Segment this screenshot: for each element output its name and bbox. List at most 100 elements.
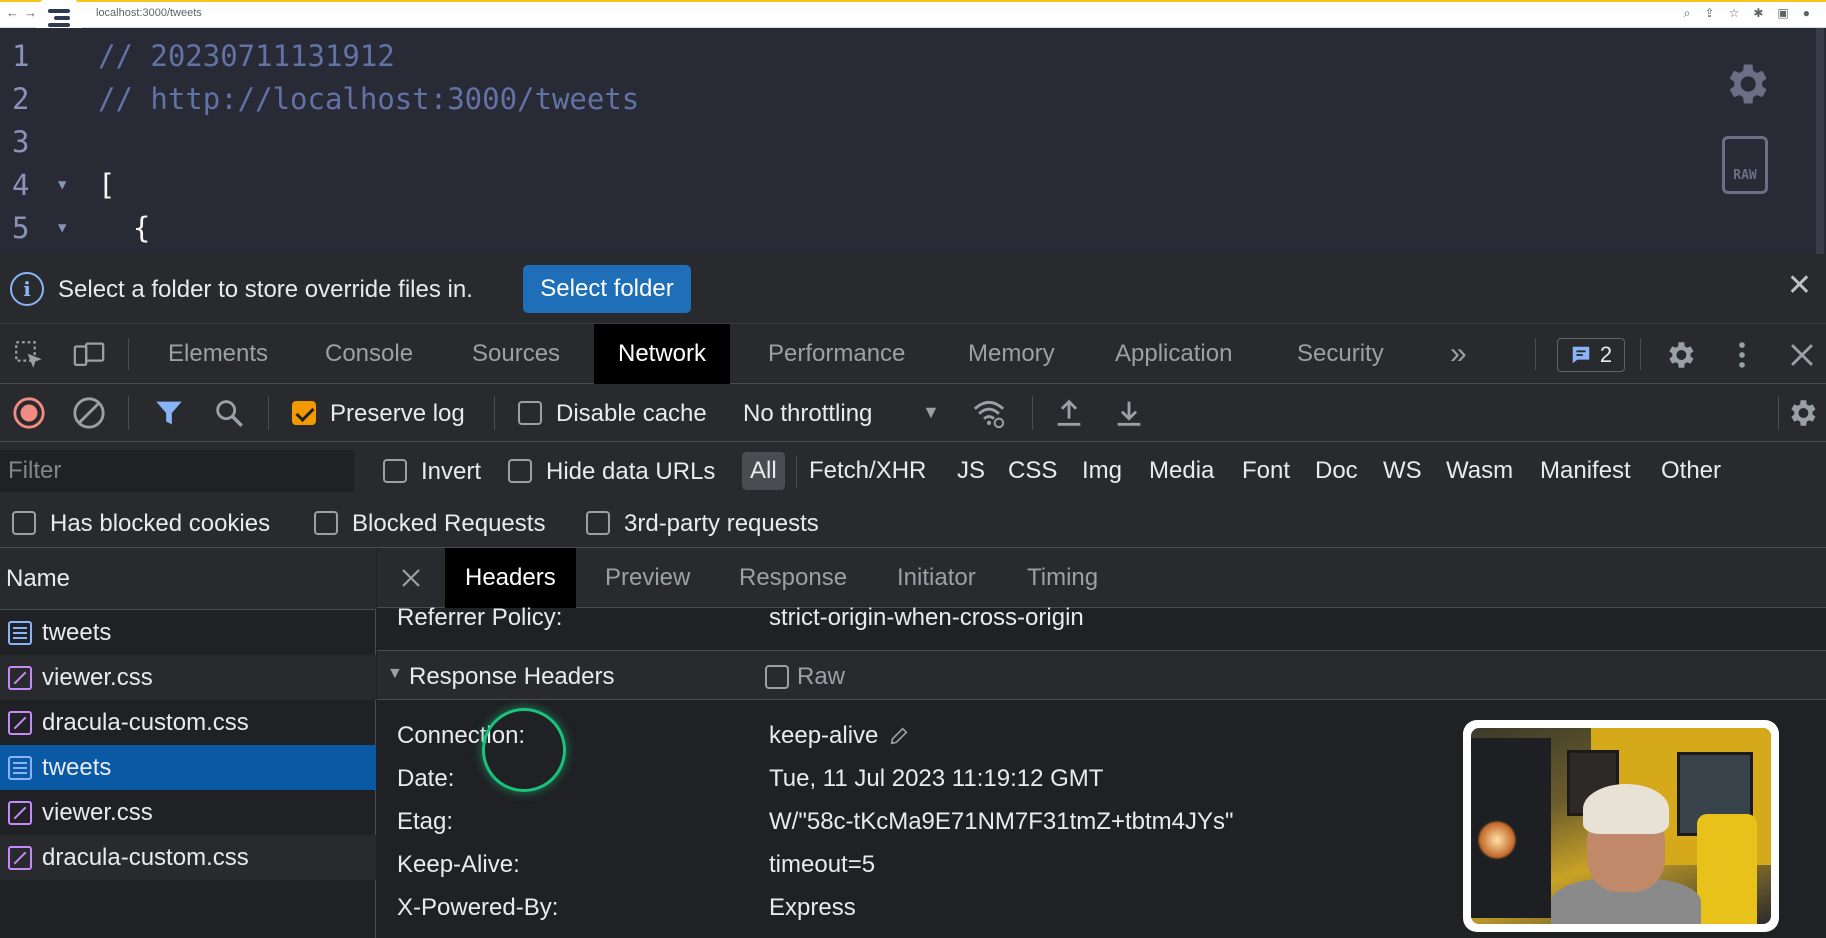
request-row-selected[interactable]: tweets [0, 745, 376, 790]
section-title: Response Headers [409, 663, 615, 690]
request-row[interactable]: dracula-custom.css [0, 700, 376, 745]
raw-headers-checkbox[interactable] [765, 665, 789, 689]
tab-response[interactable]: Response [719, 548, 867, 608]
type-filter-wasm[interactable]: Wasm [1438, 452, 1521, 490]
type-filter-fetch-xhr[interactable]: Fetch/XHR [801, 452, 934, 490]
filter-input[interactable] [0, 450, 354, 492]
network-settings-gear-icon[interactable] [1785, 396, 1819, 430]
select-folder-button[interactable]: Select folder [523, 265, 691, 313]
tab-headers[interactable]: Headers [445, 548, 576, 608]
edit-pencil-icon[interactable] [888, 725, 910, 747]
type-filter-manifest[interactable]: Manifest [1532, 452, 1639, 490]
record-stop-icon[interactable] [12, 396, 46, 430]
type-filter-doc[interactable]: Doc [1307, 452, 1366, 490]
disable-cache-checkbox[interactable] [518, 401, 542, 425]
message-icon [1572, 346, 1590, 364]
filter-funnel-icon[interactable] [152, 396, 186, 430]
extensions-icon[interactable]: ✱ [1753, 6, 1763, 21]
fold-toggle-icon[interactable]: ▼ [58, 220, 66, 236]
tab-timing[interactable]: Timing [1007, 548, 1118, 608]
more-tabs-chevron-icon[interactable]: » [1434, 324, 1483, 384]
type-filter-media[interactable]: Media [1141, 452, 1222, 490]
tab-initiator[interactable]: Initiator [877, 548, 996, 608]
request-row[interactable]: viewer.css [0, 655, 376, 700]
divider [1640, 338, 1641, 370]
device-toolbar-icon[interactable] [72, 338, 106, 372]
invert-checkbox[interactable] [383, 459, 407, 483]
address-bar[interactable]: localhost:3000/tweets [96, 7, 202, 19]
back-icon[interactable]: ← [6, 5, 19, 20]
import-har-upload-icon[interactable] [1052, 396, 1086, 430]
profile-icon[interactable]: ● [1803, 6, 1810, 21]
divider [1535, 338, 1536, 370]
issues-badge[interactable]: 2 [1557, 338, 1625, 372]
devtools-settings-gear-icon[interactable] [1663, 338, 1697, 372]
type-filter-css[interactable]: CSS [1000, 452, 1065, 490]
request-row[interactable]: dracula-custom.css [0, 835, 376, 880]
webcam-video [1471, 728, 1771, 924]
network-conditions-wifi-icon[interactable] [972, 396, 1006, 430]
tab-preview[interactable]: Preview [585, 548, 710, 608]
tab-application[interactable]: Application [1099, 324, 1248, 384]
search-icon[interactable] [212, 396, 246, 430]
line-number: 5 [12, 211, 30, 245]
inspect-element-icon[interactable] [12, 338, 46, 372]
json-viewer: 1 // 20230711131912 2 // http://localhos… [0, 28, 1826, 267]
type-filter-font[interactable]: Font [1234, 452, 1298, 490]
export-har-download-icon[interactable] [1112, 396, 1146, 430]
chevron-down-icon[interactable]: ▼ [922, 402, 940, 423]
throttling-select[interactable]: No throttling [743, 400, 872, 428]
tab-performance[interactable]: Performance [752, 324, 921, 384]
raw-file-icon[interactable]: RAW [1722, 136, 1768, 194]
code-text: { [98, 211, 151, 245]
blocked-requests-checkbox[interactable] [314, 511, 338, 535]
zoom-icon[interactable]: ⌕ [1684, 6, 1691, 21]
code-text: // 20230711131912 [98, 39, 395, 73]
fold-toggle-icon[interactable]: ▼ [58, 177, 66, 193]
type-filter-other[interactable]: Other [1653, 452, 1729, 490]
has-blocked-cookies-checkbox[interactable] [12, 511, 36, 535]
header-value-text: keep-alive [769, 722, 879, 749]
tab-elements[interactable]: Elements [152, 324, 284, 384]
sidepanel-icon[interactable]: ▣ [1777, 6, 1788, 21]
request-row[interactable]: viewer.css [0, 790, 376, 835]
bookmark-star-icon[interactable]: ☆ [1729, 6, 1740, 21]
issues-count: 2 [1599, 342, 1613, 367]
share-icon[interactable]: ⇪ [1705, 6, 1715, 21]
close-detail-icon[interactable] [399, 566, 423, 590]
response-headers-section[interactable]: ▼ Response Headers Raw [377, 650, 1826, 700]
close-icon[interactable]: ✕ [1787, 268, 1812, 303]
filter-bar: Invert Hide data URLs All Fetch/XHR JS C… [0, 442, 1826, 500]
viewer-settings-gear-icon[interactable] [1720, 58, 1772, 110]
tab-network[interactable]: Network [594, 324, 731, 384]
code-text: // http://localhost:3000/tweets [98, 82, 640, 116]
divider [1032, 396, 1033, 430]
type-filter-js[interactable]: JS [949, 452, 993, 490]
kebab-menu-icon[interactable] [1725, 338, 1759, 372]
type-filter-all[interactable]: All [742, 452, 785, 490]
divider [1778, 396, 1779, 430]
loading-bar [0, 0, 1826, 2]
name-column-header[interactable]: Name [0, 548, 376, 610]
close-devtools-icon[interactable] [1785, 338, 1819, 372]
preserve-log-checkbox[interactable] [292, 401, 316, 425]
tab-memory[interactable]: Memory [952, 324, 1071, 384]
tab-console[interactable]: Console [309, 324, 429, 384]
requests-table: Name tweets viewer.css dracula-custom.cs… [0, 548, 376, 938]
line-number: 3 [12, 125, 30, 159]
hide-data-urls-checkbox[interactable] [508, 459, 532, 483]
request-name: dracula-custom.css [42, 708, 249, 736]
request-name: tweets [42, 618, 112, 646]
request-row[interactable]: tweets [0, 610, 376, 655]
info-icon: i [10, 272, 44, 306]
clear-icon[interactable] [72, 396, 106, 430]
third-party-requests-checkbox[interactable] [586, 511, 610, 535]
document-icon [8, 620, 32, 645]
scrollbar[interactable] [1816, 28, 1824, 254]
preserve-log-label: Preserve log [330, 400, 465, 427]
tab-sources[interactable]: Sources [456, 324, 576, 384]
tab-security[interactable]: Security [1281, 324, 1400, 384]
type-filter-img[interactable]: Img [1074, 452, 1130, 490]
type-filter-ws[interactable]: WS [1375, 452, 1430, 490]
expand-triangle-icon[interactable]: ▼ [387, 665, 403, 683]
